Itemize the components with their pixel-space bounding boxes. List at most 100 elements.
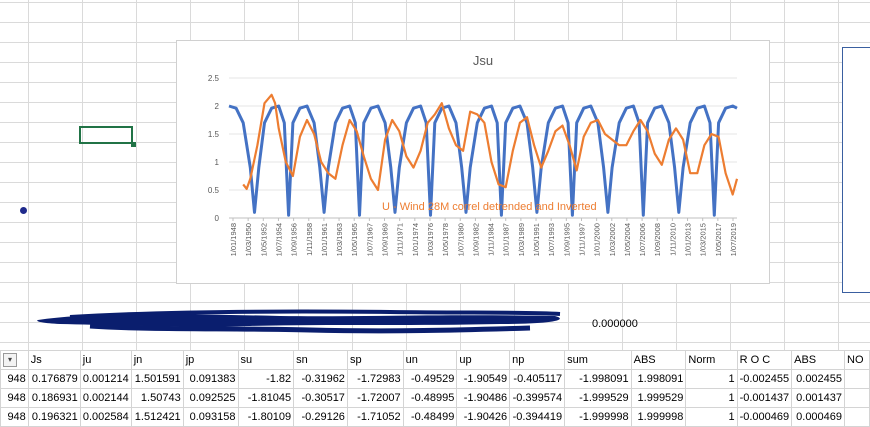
cell[interactable]: -0.31962 xyxy=(293,369,348,389)
y-tick-label: 2 xyxy=(215,102,220,111)
cell[interactable]: 0.092525 xyxy=(182,388,239,408)
cell[interactable]: -1.999529 xyxy=(564,388,632,408)
cell[interactable]: -0.29126 xyxy=(293,407,348,427)
cell[interactable]: 948 xyxy=(0,388,29,408)
cell[interactable]: 1 xyxy=(685,407,738,427)
header-cell[interactable]: Norm xyxy=(685,350,738,370)
cell[interactable]: -0.30517 xyxy=(293,388,348,408)
cell[interactable]: -1.82 xyxy=(237,369,295,389)
data-table: ▾ Js ju jn jp su sn sp un up np sum ABS … xyxy=(0,350,870,427)
cell[interactable] xyxy=(844,369,870,389)
cell[interactable]: -0.48995 xyxy=(402,388,458,408)
cell[interactable]: 0.091383 xyxy=(182,369,239,389)
x-tick-label: 1/07/2006 xyxy=(638,223,647,256)
x-tick-label: 1/03/2002 xyxy=(608,223,617,256)
header-cell[interactable]: up xyxy=(456,350,511,370)
cell[interactable]: -0.000469 xyxy=(736,407,793,427)
cell[interactable] xyxy=(844,407,870,427)
header-cell[interactable]: np xyxy=(509,350,566,370)
cell[interactable]: 1.999998 xyxy=(630,407,687,427)
chart-svg: Jsu 0 0.5 1 1.5 2 2.5 1/01/1948 1/03/1950 1/05/19… xyxy=(208,53,739,256)
chart-jsu[interactable]: Jsu 0 0.5 1 1.5 2 2.5 1/01/1948 1/03/1950 1/05/19… xyxy=(176,40,770,284)
cell[interactable]: 0.002144 xyxy=(79,388,132,408)
x-tick-label: 1/01/1948 xyxy=(229,223,238,256)
cell[interactable]: -1.81045 xyxy=(237,388,295,408)
cell[interactable] xyxy=(844,388,870,408)
cell[interactable]: 1 xyxy=(685,388,738,408)
header-cell[interactable]: su xyxy=(237,350,295,370)
cell[interactable]: -1.80109 xyxy=(237,407,295,427)
cell[interactable]: 1.501591 xyxy=(130,369,184,389)
filter-cell[interactable]: ▾ xyxy=(0,350,29,370)
selected-cell[interactable] xyxy=(79,126,133,144)
cell[interactable]: 1.999529 xyxy=(630,388,687,408)
header-cell[interactable]: sum xyxy=(564,350,632,370)
cell[interactable]: 0.196321 xyxy=(27,407,81,427)
cell[interactable]: 948 xyxy=(0,369,29,389)
header-cell[interactable]: NO xyxy=(844,350,870,370)
x-tick-label: 1/05/1952 xyxy=(259,223,268,256)
shape-handle-dot[interactable] xyxy=(20,207,27,214)
x-tick-label: 1/01/1974 xyxy=(411,223,420,256)
x-tick-label: 1/09/1995 xyxy=(562,223,571,256)
x-tick-label: 1/05/1978 xyxy=(441,223,450,256)
header-cell[interactable]: R O C xyxy=(736,350,793,370)
x-tick-label: 1/01/2000 xyxy=(593,223,602,256)
x-tick-label: 1/07/1980 xyxy=(456,223,465,256)
x-tick-label: 1/07/1954 xyxy=(274,223,283,256)
cell[interactable]: -0.405117 xyxy=(509,369,566,389)
y-tick-label: 2.5 xyxy=(208,74,220,83)
cell[interactable]: -0.394419 xyxy=(509,407,566,427)
header-cell[interactable]: sn xyxy=(293,350,348,370)
header-cell[interactable]: jn xyxy=(130,350,184,370)
cell[interactable]: -1.90426 xyxy=(456,407,511,427)
x-tick-label: 1/09/2008 xyxy=(653,223,662,256)
header-cell[interactable]: un xyxy=(402,350,458,370)
cell[interactable]: 1 xyxy=(685,369,738,389)
cell[interactable]: 0.002455 xyxy=(791,369,846,389)
cell[interactable]: 1.50743 xyxy=(130,388,184,408)
x-tick-label: 1/01/1961 xyxy=(320,223,329,256)
header-cell[interactable]: ABS xyxy=(791,350,846,370)
chart-title: Jsu xyxy=(473,53,493,68)
cell[interactable]: 0.001214 xyxy=(79,369,132,389)
y-tick-label: 1.5 xyxy=(208,130,220,139)
cell[interactable]: 0.186931 xyxy=(27,388,81,408)
cell[interactable]: -1.999998 xyxy=(564,407,632,427)
cell[interactable]: -1.71052 xyxy=(346,407,404,427)
cell[interactable]: -0.001437 xyxy=(736,388,793,408)
x-tick-label: 1/03/2015 xyxy=(699,223,708,256)
cell[interactable]: -1.90549 xyxy=(456,369,511,389)
cell[interactable]: 0.093158 xyxy=(182,407,239,427)
cell[interactable]: -1.998091 xyxy=(564,369,632,389)
header-cell[interactable]: ju xyxy=(79,350,132,370)
cell[interactable]: -1.72007 xyxy=(346,388,404,408)
cell[interactable]: 1.998091 xyxy=(630,369,687,389)
cell[interactable]: 948 xyxy=(0,407,29,427)
redaction-scribble xyxy=(37,309,561,334)
x-tick-label: 1/05/1965 xyxy=(350,223,359,256)
cell[interactable]: 0.002584 xyxy=(79,407,132,427)
cell[interactable]: -0.002455 xyxy=(736,369,793,389)
cell[interactable]: 0.001437 xyxy=(791,388,846,408)
cell[interactable]: -0.399574 xyxy=(509,388,566,408)
x-tick-label: 1/03/1963 xyxy=(335,223,344,256)
cell[interactable]: -0.49529 xyxy=(402,369,458,389)
cell[interactable]: 0.176879 xyxy=(27,369,81,389)
x-tick-label: 1/11/1997 xyxy=(577,223,586,256)
cell[interactable]: 1.512421 xyxy=(130,407,184,427)
header-cell[interactable]: jp xyxy=(182,350,239,370)
x-tick-label: 1/11/2010 xyxy=(668,223,677,256)
x-tick-label: 1/09/1956 xyxy=(290,223,299,256)
cell[interactable]: -1.72983 xyxy=(346,369,404,389)
cell[interactable]: 0.000469 xyxy=(791,407,846,427)
header-cell[interactable]: sp xyxy=(346,350,404,370)
shape-rectangle[interactable] xyxy=(842,47,870,293)
cell-value-text[interactable]: 0.000000 xyxy=(592,318,638,330)
fill-handle[interactable] xyxy=(131,142,136,147)
header-cell[interactable]: ABS xyxy=(630,350,687,370)
filter-icon[interactable]: ▾ xyxy=(3,353,17,367)
cell[interactable]: -1.90486 xyxy=(456,388,511,408)
cell[interactable]: -0.48499 xyxy=(402,407,458,427)
header-cell[interactable]: Js xyxy=(27,350,81,370)
